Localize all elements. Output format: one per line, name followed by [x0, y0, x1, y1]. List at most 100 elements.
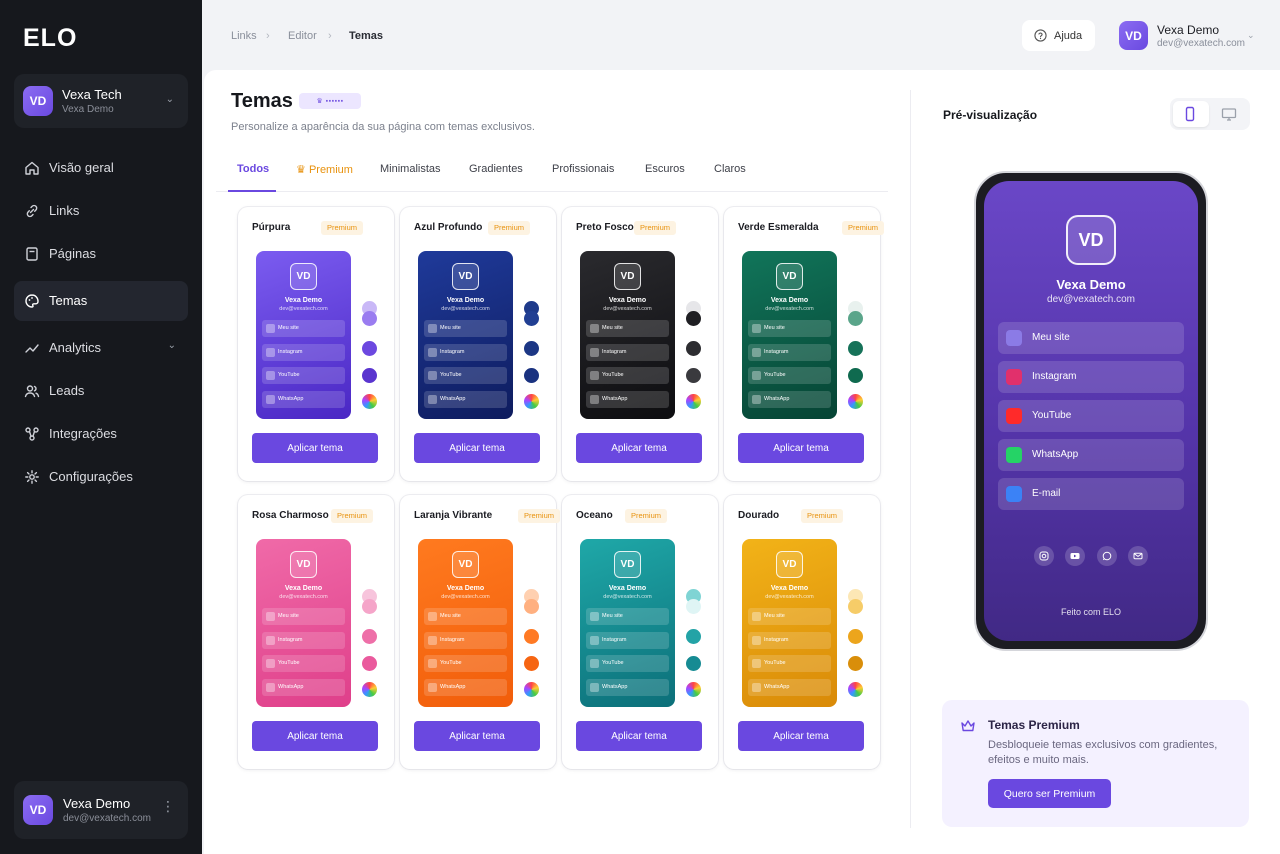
color-swatch[interactable] [362, 656, 377, 671]
color-swatch[interactable] [362, 599, 377, 614]
color-swatch[interactable] [362, 341, 377, 356]
tab-todos[interactable]: Todos [237, 163, 269, 175]
theme-card[interactable]: Púrpura Premium VD Vexa Demo dev@vexatech.co… [238, 207, 394, 481]
color-swatch[interactable] [848, 599, 863, 614]
preview-link[interactable]: YouTube [998, 400, 1184, 432]
upgrade-premium-button[interactable]: Quero ser Premium [988, 779, 1111, 808]
link-icon [752, 683, 761, 692]
tab-premium[interactable]: ♛ Premium [296, 163, 353, 176]
mini-name: Vexa Demo [284, 585, 323, 592]
color-swatch[interactable] [362, 368, 377, 383]
apply-theme-button[interactable]: Aplicar tema [414, 721, 540, 751]
color-swatch[interactable] [848, 368, 863, 383]
mini-name: Vexa Demo [284, 297, 323, 304]
instagram-icon[interactable] [1034, 546, 1054, 566]
color-swatch[interactable] [524, 629, 539, 644]
mobile-view-button[interactable] [1173, 101, 1209, 127]
apply-theme-button[interactable]: Aplicar tema [576, 433, 702, 463]
theme-card[interactable]: Oceano Premium VD Vexa Demo dev@vexatech.com… [562, 495, 718, 769]
premium-badge: Premium [321, 221, 364, 235]
theme-card[interactable]: Preto Fosco Premium VD Vexa Demo dev@vexatec… [562, 207, 718, 481]
whatsapp-icon[interactable] [1097, 546, 1117, 566]
account-menu[interactable]: VD Vexa Demo dev@vexatech.com ⋮ [14, 781, 188, 839]
color-swatch[interactable] [848, 629, 863, 644]
active-tab-indicator [228, 190, 276, 192]
color-swatch[interactable] [848, 656, 863, 671]
sidebar-item-temas[interactable]: Temas [14, 281, 188, 321]
custom-color-icon[interactable] [686, 682, 701, 697]
sidebar-item-links[interactable]: Links [14, 191, 188, 231]
help-label: Ajuda [1054, 30, 1083, 42]
mini-email: dev@vexatech.com [441, 594, 490, 600]
sidebar-item-label: Páginas [49, 246, 96, 261]
color-swatch[interactable] [524, 368, 539, 383]
preview-link[interactable]: Meu site [998, 322, 1184, 354]
tab-minimalistas[interactable]: Minimalistas [380, 163, 441, 175]
breadcrumb-editor[interactable]: Editor [288, 30, 317, 42]
custom-color-icon[interactable] [848, 682, 863, 697]
mini-link: YouTube [586, 655, 669, 672]
color-swatch[interactable] [686, 599, 701, 614]
preview-link[interactable]: E-mail [998, 478, 1184, 510]
tab-escuros[interactable]: Escuros [645, 163, 685, 175]
custom-color-icon[interactable] [686, 394, 701, 409]
link-icon [266, 659, 275, 668]
sidebar-item-integracoes[interactable]: Integrações [14, 414, 188, 454]
tab-profissionais[interactable]: Profissionais [552, 163, 614, 175]
color-swatch[interactable] [848, 311, 863, 326]
tab-gradientes[interactable]: Gradientes [469, 163, 523, 175]
theme-card[interactable]: Laranja Vibrante Premium VD Vexa Demo dev@ve… [400, 495, 561, 769]
mail-icon[interactable] [1128, 546, 1148, 566]
help-icon [1034, 29, 1047, 42]
breadcrumb-links[interactable]: Links [231, 30, 257, 42]
theme-card[interactable]: Verde Esmeralda Premium VD Vexa Demo dev@vex… [724, 207, 885, 481]
custom-color-icon[interactable] [848, 394, 863, 409]
sidebar-item-leads[interactable]: Leads [14, 371, 188, 411]
apply-theme-button[interactable]: Aplicar tema [576, 721, 702, 751]
color-swatch[interactable] [362, 629, 377, 644]
theme-card[interactable]: Azul Profundo Premium VD Vexa Demo dev@vexat… [400, 207, 556, 481]
custom-color-icon[interactable] [362, 682, 377, 697]
theme-card[interactable]: Rosa Charmoso Premium VD Vexa Demo dev@vexat… [238, 495, 394, 769]
tab-claros[interactable]: Claros [714, 163, 746, 175]
sidebar-item-paginas[interactable]: Páginas [14, 234, 188, 274]
apply-theme-button[interactable]: Aplicar tema [252, 433, 378, 463]
more-vertical-icon[interactable]: ⋮ [161, 799, 175, 813]
color-swatch[interactable] [524, 656, 539, 671]
desktop-view-button[interactable] [1211, 101, 1247, 127]
color-swatch[interactable] [686, 311, 701, 326]
mail-icon [1006, 486, 1022, 502]
mini-name: Vexa Demo [770, 585, 809, 592]
apply-theme-button[interactable]: Aplicar tema [414, 433, 540, 463]
theme-card[interactable]: Dourado Premium VD Vexa Demo dev@vexatech.co… [724, 495, 880, 769]
apply-theme-button[interactable]: Aplicar tema [738, 433, 864, 463]
color-swatch[interactable] [362, 311, 377, 326]
custom-color-icon[interactable] [362, 394, 377, 409]
link-icon [1006, 330, 1022, 346]
color-swatch[interactable] [686, 656, 701, 671]
custom-color-icon[interactable] [524, 394, 539, 409]
apply-theme-button[interactable]: Aplicar tema [252, 721, 378, 751]
sidebar-item-visao-geral[interactable]: Visão geral [14, 148, 188, 188]
color-swatch[interactable] [524, 311, 539, 326]
link-icon [266, 636, 275, 645]
color-swatch[interactable] [686, 629, 701, 644]
mini-link-label: Instagram [764, 637, 789, 643]
color-swatch[interactable] [524, 341, 539, 356]
preview-link[interactable]: Instagram [998, 361, 1184, 393]
help-button[interactable]: Ajuda [1022, 20, 1095, 51]
sidebar-item-analytics[interactable]: Analytics ⌄ [14, 328, 188, 368]
apply-theme-button[interactable]: Aplicar tema [738, 721, 864, 751]
custom-color-icon[interactable] [524, 682, 539, 697]
mini-link-label: Instagram [440, 637, 465, 643]
color-swatch[interactable] [686, 368, 701, 383]
sidebar-item-configuracoes[interactable]: Configurações [14, 457, 188, 497]
color-swatch[interactable] [686, 341, 701, 356]
preview-link[interactable]: WhatsApp [998, 439, 1184, 471]
youtube-icon[interactable] [1065, 546, 1085, 566]
user-menu[interactable]: VD Vexa Demo dev@vexatech.com ⌄ [1119, 21, 1269, 51]
workspace-switcher[interactable]: VD Vexa Tech Vexa Demo ⌄ [14, 74, 188, 128]
link-icon [752, 612, 761, 621]
color-swatch[interactable] [524, 599, 539, 614]
color-swatch[interactable] [848, 341, 863, 356]
